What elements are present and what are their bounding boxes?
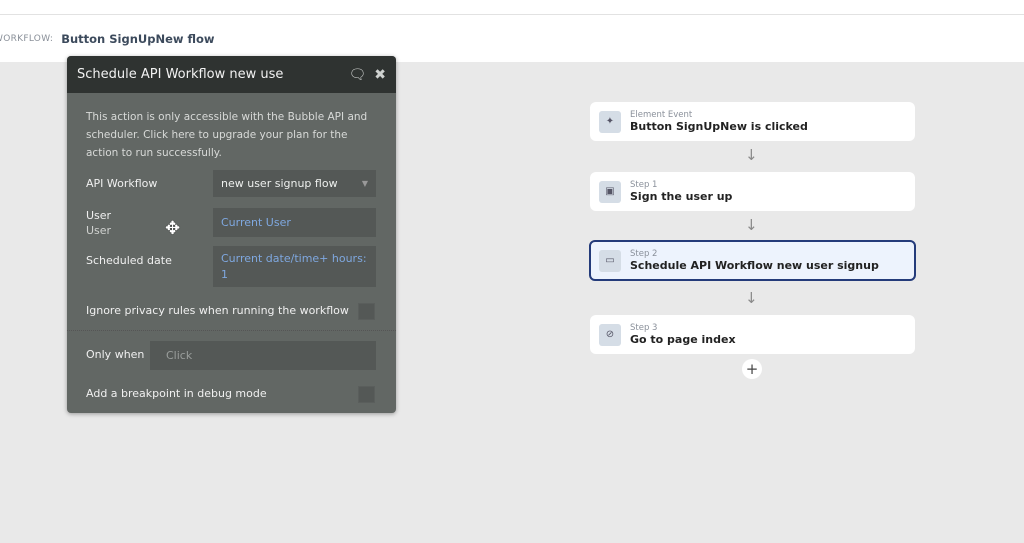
step-sub: Step 1 xyxy=(630,180,658,190)
compass-icon: ⊘ xyxy=(599,323,621,346)
step-title: Sign the user up xyxy=(630,190,733,203)
api-workflow-dropdown[interactable]: new user signup flow ▼ xyxy=(213,170,376,197)
breadcrumb: WORKFLOW: Button SignUpNew flow xyxy=(0,15,1024,62)
workflow-name[interactable]: Button SignUpNew flow xyxy=(61,32,214,46)
step-title: Go to page index xyxy=(630,333,736,346)
api-workflow-value: new user signup flow xyxy=(221,177,338,190)
workflow-step-card[interactable]: ⊘ Step 3 Go to page index xyxy=(590,315,915,354)
only-when-label: Only when xyxy=(86,348,145,361)
panel-header[interactable]: Schedule API Workflow new use 🗨 ✖ xyxy=(67,56,396,93)
ignore-privacy-label: Ignore privacy rules when running the wo… xyxy=(86,304,349,317)
breadcrumb-label: WORKFLOW: xyxy=(0,33,54,44)
arrow-down-icon: ↓ xyxy=(745,146,758,164)
arrow-down-icon: ↓ xyxy=(745,216,758,234)
ignore-privacy-checkbox[interactable] xyxy=(358,303,375,320)
user-field[interactable]: Current User xyxy=(213,208,376,237)
step-title: Schedule API Workflow new user signup xyxy=(630,259,879,272)
scheduled-date-label: Scheduled date xyxy=(86,254,172,267)
only-when-field[interactable]: Click xyxy=(150,341,376,370)
arrow-down-icon: ↓ xyxy=(745,289,758,307)
step-title: Button SignUpNew is clicked xyxy=(630,120,808,133)
rectangle-icon: ▭ xyxy=(599,249,621,272)
move-cursor-icon: ✥ xyxy=(165,218,181,239)
top-bar xyxy=(0,0,1024,15)
api-workflow-label: API Workflow xyxy=(86,177,158,190)
scheduled-date-field[interactable]: Current date/time+ hours: 1 xyxy=(213,246,376,287)
action-properties-panel: Schedule API Workflow new use 🗨 ✖ This ac… xyxy=(67,56,396,413)
user-card-icon: ▣ xyxy=(599,180,621,203)
panel-title: Schedule API Workflow new use xyxy=(77,67,284,82)
upgrade-note[interactable]: This action is only accessible with the … xyxy=(86,108,381,162)
workflow-step-card[interactable]: ▣ Step 1 Sign the user up xyxy=(590,172,915,211)
divider xyxy=(67,330,396,331)
step-sub: Step 3 xyxy=(630,323,658,333)
workflow-step-card-selected[interactable]: ▭ Step 2 Schedule API Workflow new user s… xyxy=(589,240,916,281)
user-type-label: User xyxy=(86,224,112,237)
comment-icon[interactable]: 🗨 xyxy=(348,67,366,83)
plus-icon: + xyxy=(745,360,759,378)
breakpoint-label: Add a breakpoint in debug mode xyxy=(86,387,267,400)
close-icon[interactable]: ✖ xyxy=(374,67,386,83)
cursor-click-icon: ✦ xyxy=(599,110,621,133)
step-sub: Step 2 xyxy=(630,249,658,259)
chevron-down-icon: ▼ xyxy=(361,179,368,188)
workflow-event-card[interactable]: ✦ Element Event Button SignUpNew is click… xyxy=(590,102,915,141)
add-step-button[interactable]: + xyxy=(742,359,762,379)
step-sub: Element Event xyxy=(630,110,693,120)
user-label: User xyxy=(86,209,112,222)
breakpoint-checkbox[interactable] xyxy=(358,386,375,403)
